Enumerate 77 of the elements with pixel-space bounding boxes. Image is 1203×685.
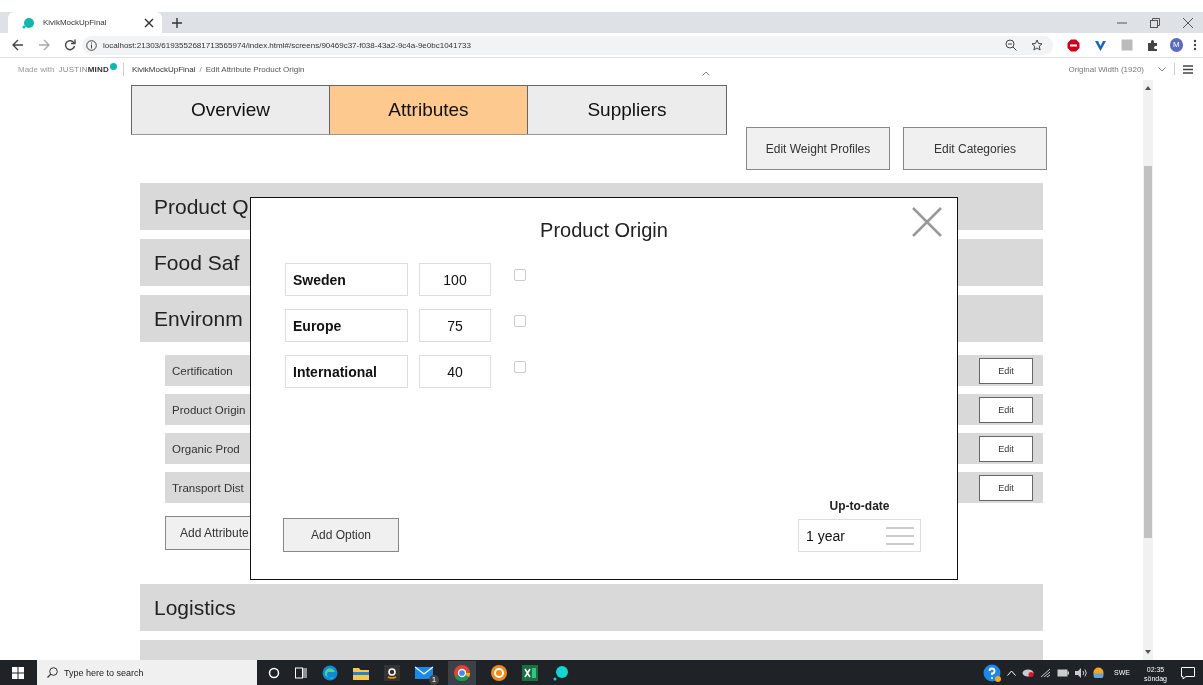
made-with-label: Made with [18,64,55,74]
v-shape-icon[interactable] [1093,38,1107,52]
speaker-icon[interactable] [1075,667,1088,678]
edit-button[interactable]: Edit [979,474,1033,501]
tab-title: KivikMockUpFinal [43,18,107,27]
close-icon[interactable] [1183,17,1193,28]
chevron-down-icon[interactable] [1158,66,1166,72]
option-name-field[interactable]: International [285,355,408,388]
breadcrumb-current: Edit Attribute Product Origin [205,64,305,74]
address-field[interactable]: localhost:21303/6193552681713565974/index.html#/screens/90469c37-f038-43a2-9c4a-9e0bc1041733 [82,35,1053,55]
menu-icon[interactable] [1183,64,1193,74]
notification-badge: 1 [429,674,439,685]
option-name-field[interactable]: Europe [285,309,408,342]
circle-icon[interactable] [268,666,280,679]
task-view-icon[interactable] [295,666,307,679]
checkbox[interactable] [514,361,526,373]
info-icon [86,39,97,51]
help-icon[interactable] [983,663,1002,682]
tab[interactable]: Suppliers [528,86,726,134]
section-header[interactable]: Logistics [140,584,1043,631]
dot-icon [109,62,117,70]
breadcrumb-separator: / [199,64,202,74]
scroll-down-icon [1145,650,1151,654]
checkbox[interactable] [514,315,526,327]
mail-icon[interactable] [415,665,433,680]
browser-swirl-icon[interactable] [322,664,338,681]
edit-button[interactable]: Edit [979,357,1033,384]
option-value-field[interactable]: 75 [419,309,491,342]
search-field[interactable]: Type here to search [37,660,257,685]
option-value-field[interactable]: 100 [419,263,491,296]
scrollbar-thumb[interactable] [1144,166,1152,538]
attribute-name: Certification [172,364,233,377]
zoom-out-icon[interactable] [1004,39,1017,51]
profile-button[interactable]: M [1169,38,1183,52]
more-icon[interactable] [1193,39,1197,51]
back-icon[interactable] [12,39,24,51]
menu-icon [886,525,914,546]
star-icon[interactable] [1030,39,1043,51]
attribute-name: Organic Prod [172,442,240,455]
app-dot-icon [22,16,34,29]
tab[interactable]: Overview [132,86,330,134]
scroll-up-icon [1145,86,1151,90]
restore-icon[interactable] [1150,17,1160,28]
attribute-name: Product Origin [172,403,246,416]
folder-icon[interactable] [353,665,369,680]
close-icon[interactable] [144,17,154,28]
dialog-title: Product Origin [540,219,668,242]
up-to-date-dropdown[interactable]: 1 year [798,519,921,552]
new-tab-icon[interactable] [171,16,183,29]
scrollbar[interactable] [1143,80,1153,660]
edit-button[interactable]: Edit [979,396,1033,423]
brand-logo: JUSTINMIND [58,64,109,74]
width-selector[interactable]: Original Width (1920) [1068,64,1144,74]
edit-button[interactable]: Edit Categories [903,127,1047,170]
puzzle-icon[interactable] [1146,39,1159,51]
tab[interactable]: Attributes [330,86,528,134]
checkbox[interactable] [514,269,526,281]
notifications-icon[interactable] [1181,666,1195,679]
reload-icon[interactable] [64,39,76,51]
chrome-icon [454,664,470,681]
option-value-field[interactable]: 40 [419,355,491,388]
attribute-name: Transport Dist [172,481,244,494]
taskbar-app[interactable] [448,660,476,685]
add-option-button[interactable]: Add Option [283,518,399,552]
stop-sign-icon[interactable] [1066,38,1080,52]
app-dot-icon[interactable] [553,664,569,681]
spreadsheet-icon[interactable] [522,664,538,681]
windows-icon[interactable] [12,666,24,679]
breadcrumb-link[interactable]: KivikMockUpFinal [131,64,196,74]
edit-button[interactable]: Edit [979,435,1033,462]
cloud-icon[interactable] [1022,668,1035,677]
browser-tab[interactable]: KivikMockUpFinal [8,12,162,33]
battery-icon[interactable] [1057,668,1070,677]
search-icon [47,667,58,678]
edit-button[interactable]: Edit Weight Profiles [746,127,890,170]
option-name-field[interactable]: Sweden [285,263,408,296]
up-to-date-label: Up-to-date [829,499,890,513]
